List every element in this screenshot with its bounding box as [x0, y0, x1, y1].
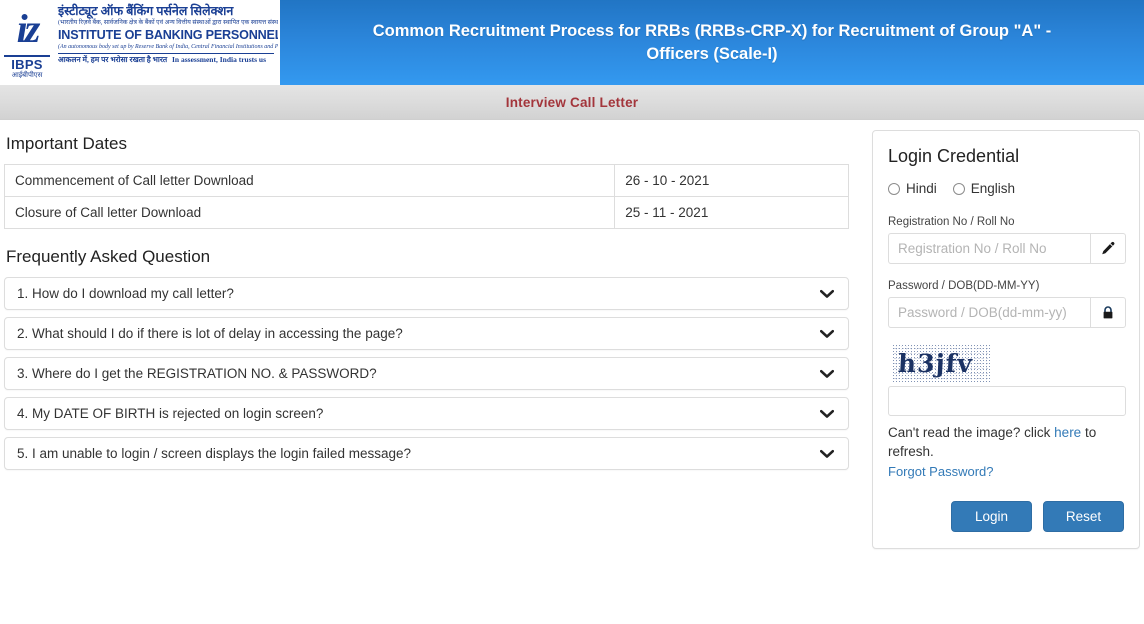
faq-question: 4. My DATE OF BIRTH is rejected on login… — [17, 406, 324, 421]
page-body: Important Dates Commencement of Call let… — [0, 120, 1144, 549]
date-label: Closure of Call letter Download — [3, 196, 616, 229]
pencil-icon — [1102, 241, 1115, 254]
ibps-logo-mark: iz IBPS आईबीपीएस — [4, 3, 50, 81]
page-title: Common Recruitment Process for RRBs (RRB… — [372, 21, 1052, 63]
lock-icon — [1103, 305, 1113, 318]
tagline-hindi: आकलन में, हम पर भरोसा रखता है भारत — [58, 55, 168, 64]
forgot-password-row: Forgot Password? — [888, 464, 1124, 479]
faq-question: 1. How do I download my call letter? — [17, 286, 234, 301]
ibps-logo-text: इंस्टीट्यूट ऑफ बैंकिंग पर्सनेल सिलेक्शन … — [52, 0, 278, 65]
faq-item-4[interactable]: 4. My DATE OF BIRTH is rejected on login… — [4, 397, 849, 430]
password-input-group — [888, 297, 1126, 328]
login-panel-heading: Login Credential — [888, 146, 1020, 166]
captcha-text: h3jfv — [897, 349, 974, 378]
sub-header-bar: Interview Call Letter — [0, 85, 1144, 120]
faq-item-3[interactable]: 3. Where do I get the REGISTRATION NO. &… — [4, 357, 849, 390]
radio-english[interactable] — [952, 182, 965, 195]
password-input[interactable] — [888, 297, 1090, 328]
faq-question: 3. Where do I get the REGISTRATION NO. &… — [17, 366, 377, 381]
login-button-row: Login Reset — [888, 501, 1124, 532]
registration-label: Registration No / Roll No — [888, 216, 1015, 228]
forgot-password-link[interactable]: Forgot Password? — [888, 464, 994, 479]
password-label: Password / DOB(DD-MM-YY) — [888, 280, 1040, 292]
faq-item-2[interactable]: 2. What should I do if there is lot of d… — [4, 317, 849, 350]
captcha-refresh-prefix: Can't read the image? click — [888, 425, 1055, 440]
left-column: Important Dates Commencement of Call let… — [0, 120, 860, 549]
logo-monogram: iz — [4, 3, 50, 57]
faq-heading: Frequently Asked Question — [6, 247, 211, 266]
org-name-hindi: इंस्टीट्यूट ऑफ बैंकिंग पर्सनेल सिलेक्शन — [58, 4, 234, 18]
registration-input-group — [888, 233, 1126, 264]
table-row: Commencement of Call letter Download 26 … — [3, 164, 849, 197]
org-tagline-row: आकलन में, हम पर भरोसा रखता है भारत In as… — [58, 53, 274, 65]
date-label: Commencement of Call letter Download — [3, 164, 616, 197]
faq-question: 2. What should I do if there is lot of d… — [17, 326, 403, 341]
page-header: iz IBPS आईबीपीएस इंस्टीट्यूट ऑफ बैंकिंग … — [0, 0, 1144, 85]
captcha-refresh-text: Can't read the image? click here to refr… — [888, 423, 1118, 461]
org-name-english: INSTITUTE OF BANKING PERSONNEL SELECTION — [58, 28, 278, 42]
login-button[interactable]: Login — [951, 501, 1032, 532]
language-option-english[interactable]: English — [952, 181, 1016, 196]
captcha-refresh-link[interactable]: here — [1054, 425, 1081, 440]
logo-abbreviation: IBPS — [11, 57, 43, 72]
important-dates-table: Commencement of Call letter Download 26 … — [3, 164, 849, 229]
faq-item-1[interactable]: 1. How do I download my call letter? — [4, 277, 849, 310]
date-value: 26 - 10 - 2021 — [614, 164, 849, 197]
faq-question: 5. I am unable to login / screen display… — [17, 446, 411, 461]
faq-item-5[interactable]: 5. I am unable to login / screen display… — [4, 437, 849, 470]
login-panel: Login Credential Hindi English Registrat… — [872, 130, 1140, 549]
org-subtitle-hindi: (भारतीय रिज़र्व बैंक, सार्वजनिक क्षेत्र … — [58, 19, 278, 26]
captcha-input[interactable] — [888, 386, 1126, 416]
chevron-down-icon — [820, 409, 834, 418]
chevron-down-icon — [820, 369, 834, 378]
right-column: Login Credential Hindi English Registrat… — [860, 120, 1144, 549]
sub-header-title: Interview Call Letter — [505, 94, 639, 110]
chevron-down-icon — [820, 449, 834, 458]
org-subtitle-english: (An autonomous body set up by Reserve Ba… — [58, 44, 278, 50]
date-value: 25 - 11 - 2021 — [614, 196, 849, 229]
registration-input[interactable] — [888, 233, 1090, 264]
logo-abbreviation-hindi: आईबीपीएस — [11, 72, 43, 79]
chevron-down-icon — [820, 289, 834, 298]
chevron-down-icon — [820, 329, 834, 338]
captcha-image: h3jfv — [892, 344, 990, 382]
language-radio-group: Hindi English — [888, 181, 1124, 196]
ibps-logo: iz IBPS आईबीपीएस इंस्टीट्यूट ऑफ बैंकिंग … — [0, 0, 280, 85]
password-addon[interactable] — [1090, 297, 1126, 328]
language-label-english: English — [970, 181, 1016, 196]
radio-hindi[interactable] — [888, 182, 900, 195]
language-label-hindi: Hindi — [906, 181, 937, 196]
language-option-hindi[interactable]: Hindi — [888, 181, 937, 196]
header-banner: Common Recruitment Process for RRBs (RRB… — [280, 0, 1144, 85]
tagline-english: In assessment, India trusts us — [172, 55, 266, 64]
registration-addon[interactable] — [1090, 233, 1126, 264]
important-dates-heading: Important Dates — [6, 134, 127, 153]
table-row: Closure of Call letter Download 25 - 11 … — [3, 196, 849, 229]
reset-button[interactable]: Reset — [1043, 501, 1124, 532]
